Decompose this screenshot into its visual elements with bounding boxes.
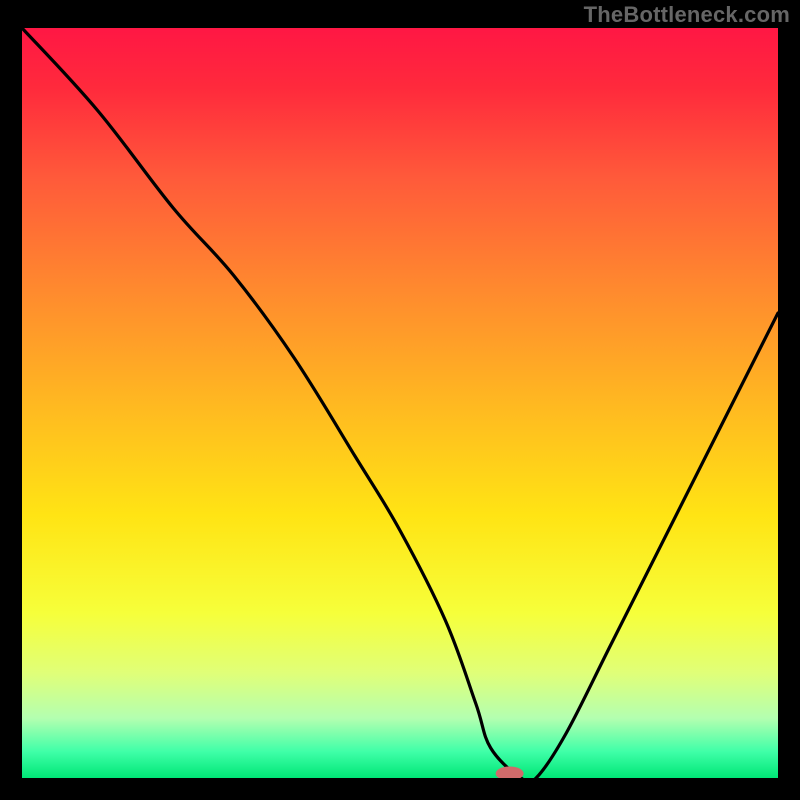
gradient-background [22,28,778,778]
bottleneck-chart [22,28,778,778]
watermark-text: TheBottleneck.com [584,2,790,28]
plot-area [22,28,778,778]
chart-frame: TheBottleneck.com [0,0,800,800]
